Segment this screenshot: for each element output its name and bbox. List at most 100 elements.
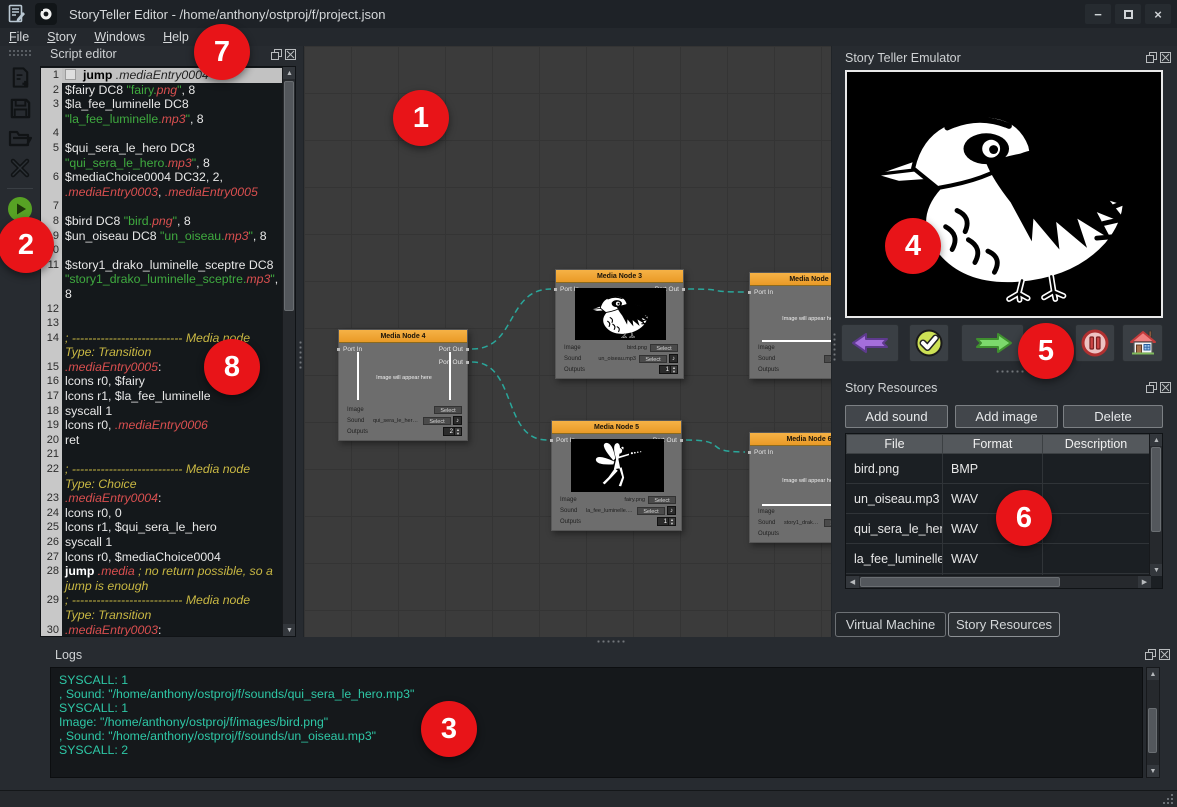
add-sound-button[interactable]: Add sound bbox=[845, 405, 948, 428]
scroll-up-icon[interactable]: ▲ bbox=[283, 67, 296, 79]
node-sound-row: Soundun_oiseau.mp3Select♪ bbox=[564, 353, 678, 364]
scroll-thumb[interactable] bbox=[1151, 447, 1161, 532]
tab-story-resources[interactable]: Story Resources bbox=[948, 612, 1060, 637]
select-sound-button[interactable]: Select bbox=[824, 519, 832, 527]
scroll-up-icon[interactable]: ▲ bbox=[1147, 668, 1159, 680]
scroll-thumb[interactable] bbox=[860, 577, 1060, 587]
speaker-icon[interactable]: ♪ bbox=[453, 416, 462, 425]
float-icon[interactable] bbox=[1146, 382, 1157, 393]
outputs-spinbox[interactable]: 1▲▼ bbox=[659, 365, 678, 374]
scroll-up-icon[interactable]: ▲ bbox=[1150, 434, 1163, 446]
editor-scrollbar[interactable]: ▲ ▼ bbox=[282, 67, 295, 636]
table-cell: bird.png bbox=[846, 454, 943, 483]
code-text: .mediaEntry0003: bbox=[62, 623, 282, 636]
select-image-button[interactable]: Select bbox=[648, 496, 676, 504]
splitter-grip[interactable] bbox=[298, 340, 303, 370]
scroll-left-icon[interactable]: ◀ bbox=[846, 576, 859, 588]
bird-image bbox=[579, 290, 663, 338]
scroll-down-icon[interactable]: ▼ bbox=[1147, 765, 1159, 777]
code-editor[interactable]: 1jump .mediaEntry00042$fairy DC8 "fairy.… bbox=[40, 66, 296, 637]
spin-arrows-icon[interactable]: ▲▼ bbox=[455, 427, 462, 436]
menu-item-story[interactable]: Story bbox=[38, 28, 85, 46]
delete-button[interactable]: Delete bbox=[1063, 405, 1163, 428]
script-editor-dock: Script editor 1jump .mediaEntry00042$fai… bbox=[40, 46, 300, 637]
select-image-button[interactable]: Select bbox=[434, 406, 462, 414]
select-sound-button[interactable]: Select bbox=[637, 507, 665, 515]
close-icon[interactable] bbox=[1160, 382, 1171, 393]
toolbar-grip[interactable] bbox=[8, 49, 32, 56]
home-button[interactable] bbox=[1122, 324, 1163, 362]
menu-item-help[interactable]: Help bbox=[154, 28, 198, 46]
table-horizontal-scrollbar[interactable]: ◀ ▶ bbox=[846, 575, 1151, 588]
line-number: 3 bbox=[41, 97, 62, 126]
scroll-down-icon[interactable]: ▼ bbox=[1150, 564, 1163, 576]
column-header-description[interactable]: Description bbox=[1043, 434, 1150, 454]
column-header-format[interactable]: Format bbox=[943, 434, 1043, 454]
line-number: 4 bbox=[41, 126, 62, 141]
code-text: syscall 1 bbox=[62, 404, 282, 419]
float-icon[interactable] bbox=[1146, 52, 1157, 63]
close-button[interactable]: × bbox=[1145, 4, 1171, 24]
spin-arrows-icon[interactable]: ▲▼ bbox=[671, 365, 678, 374]
log-line: , Sound: "/home/anthony/ostproj/f/sounds… bbox=[59, 687, 1134, 701]
table-row[interactable]: la_fee_luminelle.mp3WAV bbox=[846, 544, 1162, 574]
scroll-thumb[interactable] bbox=[1148, 708, 1157, 753]
save-button[interactable] bbox=[6, 94, 34, 122]
previous-button[interactable] bbox=[841, 324, 899, 362]
new-file-button[interactable] bbox=[6, 64, 34, 92]
media-node[interactable]: Media Node 6Port InPort OutImage will ap… bbox=[749, 432, 832, 543]
tab-virtual-machine[interactable]: Virtual Machine bbox=[835, 612, 946, 637]
port-in[interactable]: Port In bbox=[343, 346, 362, 353]
node-graph-canvas[interactable]: Media Node 4Port InPort OutPort OutImage… bbox=[303, 46, 832, 637]
minimize-button[interactable]: − bbox=[1085, 4, 1111, 24]
node-title: Media Node 4 bbox=[339, 330, 467, 343]
open-button[interactable] bbox=[6, 124, 34, 152]
annotation-7: 7 bbox=[194, 24, 250, 80]
speaker-icon[interactable]: ♪ bbox=[667, 506, 676, 515]
splitter-grip[interactable] bbox=[596, 639, 626, 644]
close-icon[interactable] bbox=[1159, 649, 1170, 660]
outputs-spinbox[interactable]: 1▲▼ bbox=[657, 517, 676, 526]
select-image-button[interactable]: Select bbox=[650, 344, 678, 352]
scroll-down-icon[interactable]: ▼ bbox=[283, 624, 296, 636]
close-icon[interactable] bbox=[285, 49, 296, 60]
add-image-button[interactable]: Add image bbox=[955, 405, 1058, 428]
log-output[interactable]: SYSCALL: 1, Sound: "/home/anthony/ostpro… bbox=[50, 667, 1143, 778]
menu-item-file[interactable]: File bbox=[0, 28, 38, 46]
media-node[interactable]: Media Node 3Port InPort OutImagebird.png… bbox=[555, 269, 684, 379]
spin-arrows-icon[interactable]: ▲▼ bbox=[669, 517, 676, 526]
ok-button[interactable] bbox=[909, 324, 949, 362]
float-icon[interactable] bbox=[1145, 649, 1156, 660]
media-node[interactable]: Media Node 4Port InPort OutPort OutImage… bbox=[338, 329, 468, 441]
logs-scrollbar[interactable]: ▲ ▼ bbox=[1146, 667, 1160, 778]
resize-grip[interactable] bbox=[1161, 792, 1174, 805]
code-line: 20ret bbox=[41, 433, 282, 448]
maximize-button[interactable] bbox=[1115, 4, 1141, 24]
notes-icon bbox=[7, 4, 27, 24]
port-in[interactable]: Port In bbox=[754, 449, 773, 456]
float-icon[interactable] bbox=[271, 49, 282, 60]
speaker-icon[interactable]: ♪ bbox=[669, 354, 678, 363]
next-button[interactable] bbox=[961, 324, 1024, 362]
port-in[interactable]: Port In bbox=[754, 289, 773, 296]
build-button[interactable] bbox=[6, 154, 34, 182]
table-vertical-scrollbar[interactable]: ▲ ▼ bbox=[1149, 434, 1162, 576]
select-sound-button[interactable]: Select bbox=[423, 417, 451, 425]
media-node[interactable]: Media NodePort InPort OutImage will appe… bbox=[749, 272, 832, 379]
main-toolbar bbox=[0, 46, 40, 637]
scroll-thumb[interactable] bbox=[284, 81, 294, 311]
code-text: ; --------------------------- Media node… bbox=[62, 462, 282, 491]
close-icon[interactable] bbox=[1160, 52, 1171, 63]
pause-button[interactable] bbox=[1075, 324, 1115, 362]
outputs-spinbox[interactable]: 2▲▼ bbox=[443, 427, 462, 436]
menu-item-windows[interactable]: Windows bbox=[85, 28, 154, 46]
select-sound-button[interactable]: Select bbox=[639, 355, 667, 363]
table-row[interactable]: bird.pngBMP bbox=[846, 454, 1162, 484]
code-text: syscall 1 bbox=[62, 535, 282, 550]
node-image-row: ImageSelect bbox=[758, 506, 832, 517]
table-cell: BMP bbox=[943, 454, 1043, 483]
scroll-right-icon[interactable]: ▶ bbox=[1138, 576, 1151, 588]
select-sound-button[interactable]: Select bbox=[824, 355, 832, 363]
column-header-file[interactable]: File bbox=[846, 434, 943, 454]
media-node[interactable]: Media Node 5Port InPort OutImagefairy.pn… bbox=[551, 420, 682, 531]
